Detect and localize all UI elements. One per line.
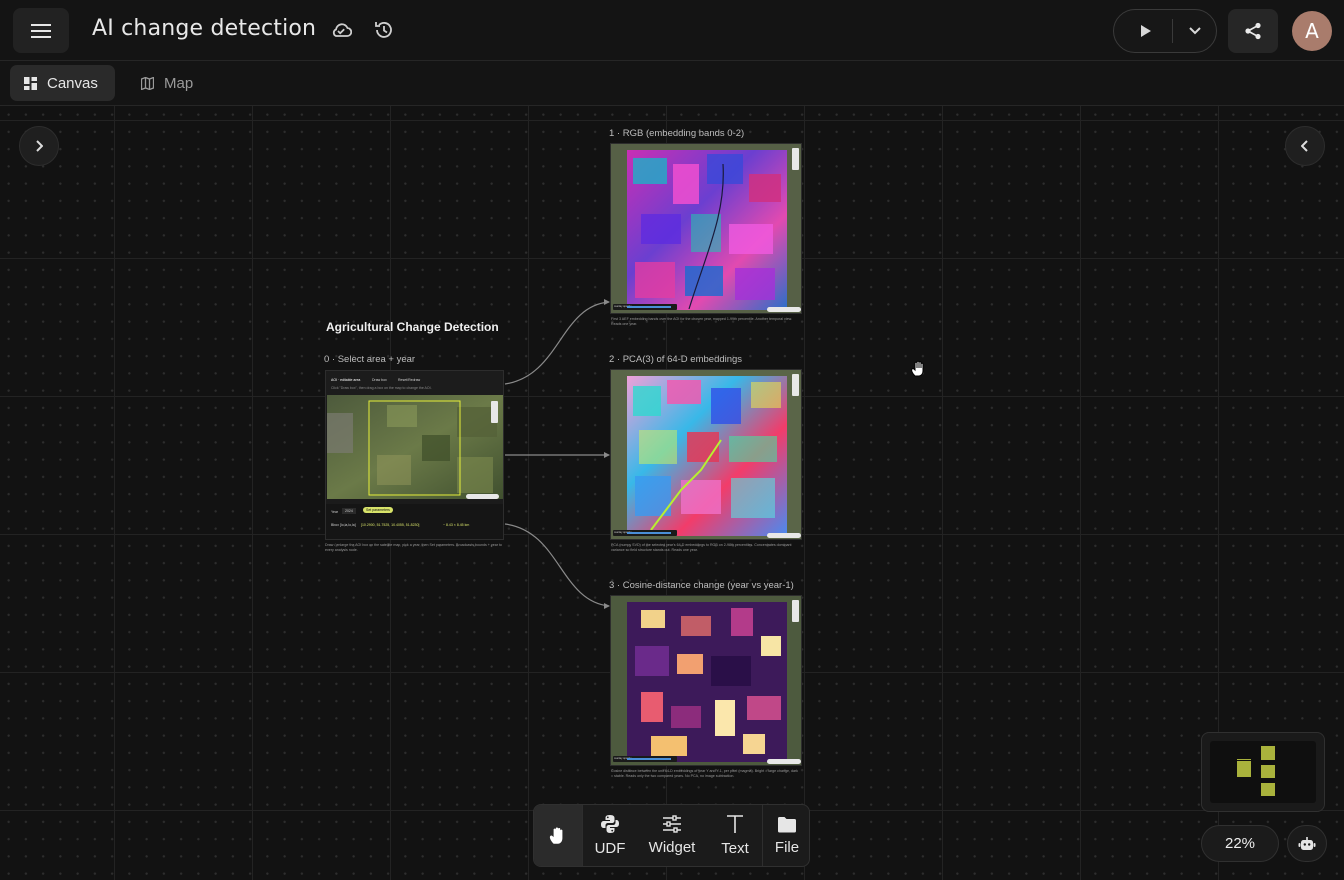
node-1-attribution [767,307,801,312]
year-label: Year [331,510,339,514]
share-icon [1245,22,1261,40]
node-3-label: 3 · Cosine-distance change (year vs year… [609,580,794,591]
avatar[interactable]: A [1292,11,1332,51]
aoi-satellite-map[interactable] [327,395,503,499]
node-1-rgb-map[interactable]: overlay opacity [610,143,802,314]
hand-icon [549,826,563,844]
python-icon [601,815,619,833]
node-0-select-area[interactable]: AOI · editable area Draw box Reset/Redra… [325,370,504,540]
map-icon [141,76,154,90]
node-2-opacity-fill [627,532,671,534]
node-3-opacity-control[interactable]: overlay opacity [613,756,677,762]
canvas[interactable]: Agricultural Change Detection 0 · Select… [0,106,1344,880]
hand-cursor-icon [911,360,924,377]
node-0-attribution [466,494,499,499]
minimap-node-heading [1237,759,1251,760]
tool-file-label: File [774,838,800,856]
node-1-label: 1 · RGB (embedding bands 0-2) [609,128,745,139]
tool-text-label: Text [721,840,749,857]
share-button[interactable] [1228,9,1278,53]
set-parameters-button[interactable]: Set parameters [363,507,393,513]
assistant-button[interactable] [1287,825,1327,862]
tool-widget[interactable]: Widget [642,805,702,866]
node-0-caption: Draw / enlarge the AOI box on the satell… [325,543,502,552]
node-3-caption: Cosine distance between the unit 64-D em… [611,769,798,778]
chevron-down-icon [1189,27,1201,35]
grid-icon [24,76,37,90]
app-title: AI change detection [92,16,317,41]
node-2-opacity-control[interactable]: overlay opacity [613,530,677,536]
menu-button[interactable] [13,8,69,53]
robot-icon [1298,836,1316,850]
canvas-heading: Agricultural Change Detection [326,320,499,334]
run-controls [1113,9,1217,53]
year-select[interactable]: 2024 [342,508,356,514]
node-2-attribution [767,533,801,538]
tab-canvas-label: Canvas [47,74,98,92]
hamburger-menu-icon [31,23,51,38]
node-3-cosine-map[interactable]: overlay opacity [610,595,802,766]
toolbar-divider [762,805,763,866]
tool-file[interactable]: File [764,805,810,866]
run-button[interactable] [1126,10,1166,52]
node-2-zoom-control[interactable] [792,374,799,396]
node-0-zoom-control[interactable] [491,401,498,423]
tool-udf[interactable]: UDF [586,805,634,866]
node-1-opacity-control[interactable]: overlay opacity [613,304,677,310]
tool-hand[interactable] [534,805,582,866]
run-divider [1172,19,1173,43]
cloud-check-icon[interactable] [329,18,353,42]
history-icon[interactable] [372,18,396,42]
minimap[interactable] [1201,732,1325,812]
node-0-mini-header: AOI · editable area Draw box Reset/Redra… [326,371,503,395]
run-options-button[interactable] [1176,10,1214,52]
tool-text[interactable]: Text [711,805,759,866]
mini-tab-draw-box[interactable]: Draw box [372,378,387,382]
minimap-node [1237,761,1251,777]
node-1-zoom-control[interactable] [792,148,799,170]
mini-tab-reset[interactable]: Reset/Redraw [398,378,420,382]
node-2-pca-map[interactable]: overlay opacity [610,369,802,540]
node-1-caption: First 3 AEF embedding bands over the AOI… [611,317,792,326]
tool-widget-label: Widget [648,839,696,856]
toolbar-divider [582,805,583,866]
minimap-viewport [1210,741,1316,803]
node-2-caption: PCA (numpy SVD) of the selected year's 6… [611,543,792,552]
tool-udf-label: UDF [594,840,626,857]
zoom-level[interactable]: 22% [1201,825,1279,862]
minimap-node [1261,783,1275,796]
area-value: ~ 8.43 × 8.45 km [443,523,470,527]
tab-map-label: Map [164,74,194,92]
node-3-opacity-fill [627,758,671,760]
canvas-toolbar: UDF Widget Text File [533,804,810,867]
node-0-label: 0 · Select area + year [324,354,416,365]
node-2-label: 2 · PCA(3) of 64-D embeddings [609,354,743,365]
sliders-icon [663,815,681,833]
view-tabs: Canvas Map [0,61,1344,106]
play-icon [1141,25,1151,37]
bbox-label: Bbox [lo,la,lo,la] [331,523,356,527]
tab-map[interactable]: Map [127,65,217,101]
minimap-node [1261,746,1275,760]
node-1-opacity-fill [627,306,671,308]
top-bar: AI change detection A [0,0,1344,61]
node-0-params: Year 2024 Set parameters Bbox [lo,la,lo,… [326,504,503,539]
folder-icon [778,816,796,832]
mini-tab-aoi[interactable]: AOI · editable area [331,378,360,382]
text-icon [727,815,743,833]
minimap-node [1261,765,1275,778]
cosine-change-map[interactable] [611,596,802,766]
bbox-value: [10.2900, 51.7525, 10.4055, 51.8230] [361,523,420,527]
rgb-embedding-map[interactable] [611,144,802,314]
node-3-attribution [767,759,801,764]
node-3-zoom-control[interactable] [792,600,799,622]
tab-canvas[interactable]: Canvas [10,65,115,101]
pca-embedding-map[interactable] [611,370,802,540]
mini-hint: Click "Draw box", then drag a box on the… [331,386,432,390]
